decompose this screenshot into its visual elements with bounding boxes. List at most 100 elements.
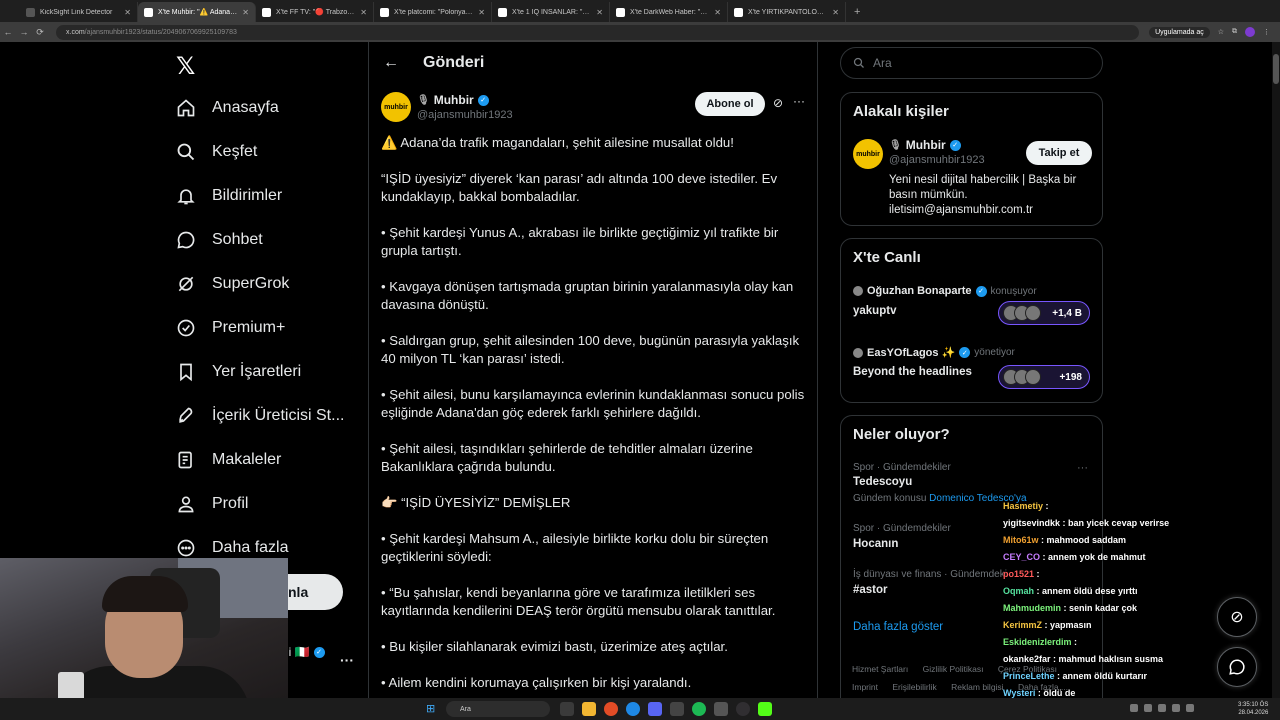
back-arrow-icon[interactable]: ← (383, 54, 399, 72)
grok-icon[interactable]: ⊘ (773, 96, 783, 110)
nav-item-supergrok[interactable]: SuperGrok (176, 274, 289, 294)
account-more-icon[interactable]: ··· (340, 652, 354, 668)
footer-link[interactable]: Gizlilik Politikası (923, 664, 984, 674)
trend-title[interactable]: Tedescoyu (853, 476, 912, 488)
x-logo-icon[interactable]: 𝕏 (176, 52, 195, 81)
windows-start-icon[interactable]: ⊞ (426, 703, 438, 715)
trend-title[interactable]: Hocanın (853, 538, 898, 550)
nav-item-bookmarks[interactable]: Yer İşaretleri (176, 362, 301, 382)
nav-item-premium[interactable]: Premium+ (176, 318, 285, 338)
close-icon[interactable]: ✕ (832, 8, 839, 17)
related-handle[interactable]: @ajansmuhbir1923 (889, 154, 985, 166)
live-listeners-pill[interactable]: +1,4 B (998, 301, 1090, 325)
task-view-icon[interactable] (560, 702, 574, 716)
open-in-app-button[interactable]: Uygulamada aç (1149, 26, 1210, 38)
author-name-row[interactable]: 🎙 Muhbir ✓ (417, 93, 489, 107)
nav-item-chat[interactable]: Sohbet (176, 230, 263, 250)
close-icon[interactable]: ✕ (242, 8, 249, 17)
reload-icon[interactable]: ⟳ (32, 27, 48, 38)
live-room-title[interactable]: yakuptv (853, 305, 896, 317)
close-icon[interactable]: ✕ (714, 8, 721, 17)
browser-tab[interactable]: KickSight Link Detector ✕ (20, 2, 138, 22)
author-avatar[interactable]: muhbir (381, 92, 411, 122)
more-options-icon[interactable]: ··· (793, 94, 805, 108)
account-switcher[interactable]: li 🇮🇹 ✓ (286, 645, 325, 659)
chat-username[interactable]: PrinceLethe (1003, 671, 1055, 681)
scrollbar-thumb[interactable] (1273, 54, 1279, 84)
nav-item-more[interactable]: Daha fazla (176, 538, 289, 558)
footer-link[interactable]: Erişilebilirlik (892, 682, 936, 692)
close-icon[interactable]: ✕ (478, 8, 485, 17)
close-icon[interactable]: ✕ (360, 8, 367, 17)
footer-link[interactable]: Imprint (852, 682, 878, 692)
live-host-row[interactable]: Oğuzhan Bonaparte ✓ konuşuyor (853, 285, 1037, 297)
chrome-icon[interactable] (604, 702, 618, 716)
obs-icon[interactable] (736, 702, 750, 716)
nav-item-creator-studio[interactable]: İçerik Üreticisi St... (176, 406, 344, 426)
file-explorer-icon[interactable] (582, 702, 596, 716)
live-listeners-pill[interactable]: +198 (998, 365, 1090, 389)
nav-item-profile[interactable]: Profil (176, 494, 248, 514)
url-field[interactable]: x.com/ajansmuhbir1923/status/20490670699… (56, 24, 1140, 40)
nav-item-explore[interactable]: Keşfet (176, 142, 257, 162)
taskbar-search[interactable]: Ara (446, 701, 550, 717)
volume-icon[interactable] (1186, 704, 1194, 712)
forward-arrow-icon[interactable]: → (16, 27, 32, 37)
trend-more-icon[interactable]: ··· (1077, 462, 1088, 474)
close-icon[interactable]: ✕ (596, 8, 603, 17)
profile-avatar[interactable] (1245, 27, 1255, 37)
wifi-icon[interactable] (1172, 704, 1180, 712)
discord-icon[interactable] (648, 702, 662, 716)
related-name-row[interactable]: 🎙 Muhbir ✓ (889, 138, 961, 152)
browser-tab[interactable]: X'te DarkWeb Haber: "Şırnak'ta ✕ (610, 2, 728, 22)
tray-icon[interactable] (1158, 704, 1166, 712)
kick-icon[interactable] (758, 702, 772, 716)
related-avatar[interactable]: muhbir (853, 139, 883, 169)
trend-title[interactable]: #astor (853, 584, 888, 596)
browser-tab[interactable]: X'te YIRTIKPANTOLON: "Bazen ✕ (728, 2, 846, 22)
close-icon[interactable]: ✕ (124, 8, 131, 17)
star-icon[interactable]: ☆ (1218, 28, 1224, 36)
author-handle[interactable]: @ajansmuhbir1923 (417, 109, 513, 121)
search-input[interactable]: Ara (840, 47, 1103, 79)
new-tab-icon[interactable]: + (846, 6, 868, 22)
nav-item-articles[interactable]: Makaleler (176, 450, 281, 470)
show-more-link[interactable]: Daha fazla göster (853, 621, 943, 633)
footer-link[interactable]: Hizmet Şartları (852, 664, 908, 674)
browser-tab[interactable]: X'te platcomi: "Polonyalı yayıncı ✕ (374, 2, 492, 22)
page-scrollbar[interactable] (1272, 42, 1280, 698)
footer-link[interactable]: Reklam bilgisi (951, 682, 1003, 692)
chat-username[interactable]: yigitsevindkk (1003, 518, 1060, 528)
chat-username[interactable]: Hasmetiy (1003, 501, 1043, 511)
chat-username[interactable]: Mahmudemin (1003, 603, 1061, 613)
app-icon[interactable] (714, 702, 728, 716)
chat-username[interactable]: okanke2far (1003, 654, 1051, 664)
nav-item-notifications[interactable]: Bildirimler (176, 186, 282, 206)
browser-tab-active[interactable]: X'te Muhbir: "⚠️ Adana'da ✕ (138, 2, 256, 22)
chat-username[interactable]: CEY_CO (1003, 552, 1040, 562)
browser-tab[interactable]: X'te 1 IQ İNSANLAR: "durduk y ✕ (492, 2, 610, 22)
chat-username[interactable]: Oqmah (1003, 586, 1034, 596)
follow-button[interactable]: Takip et (1026, 141, 1092, 165)
chat-username[interactable]: Eskidenizlerdim (1003, 637, 1072, 647)
tray-icon[interactable] (1144, 704, 1152, 712)
messages-floating-button[interactable] (1217, 647, 1257, 687)
chat-username[interactable]: Wysteri (1003, 688, 1035, 698)
tray-icon[interactable] (1130, 704, 1138, 712)
app-icon[interactable] (670, 702, 684, 716)
browser-menu-icon[interactable]: ⋮ (1263, 28, 1270, 36)
spotify-icon[interactable] (692, 702, 706, 716)
live-room-title[interactable]: Beyond the headlines (853, 366, 972, 378)
grok-floating-button[interactable]: ⊘ (1217, 597, 1257, 637)
browser-tab[interactable]: X'te FF TV: "🔴 Trabzon'da saha ✕ (256, 2, 374, 22)
edge-icon[interactable] (626, 702, 640, 716)
live-host-row[interactable]: EasYOfLagos ✨ ✓ yönetiyor (853, 346, 1015, 359)
back-arrow-icon[interactable]: ← (0, 27, 16, 37)
taskbar-clock[interactable]: 3:35:10 ÖS 28.04.2026 (1238, 701, 1268, 717)
chat-username[interactable]: KerimmZ (1003, 620, 1042, 630)
chat-username[interactable]: Mito61w (1003, 535, 1039, 545)
chat-username[interactable]: po1521 (1003, 569, 1034, 579)
extensions-icon[interactable]: ⧉ (1232, 28, 1237, 36)
subscribe-button[interactable]: Abone ol (695, 92, 765, 116)
nav-item-home[interactable]: Anasayfa (176, 98, 279, 118)
